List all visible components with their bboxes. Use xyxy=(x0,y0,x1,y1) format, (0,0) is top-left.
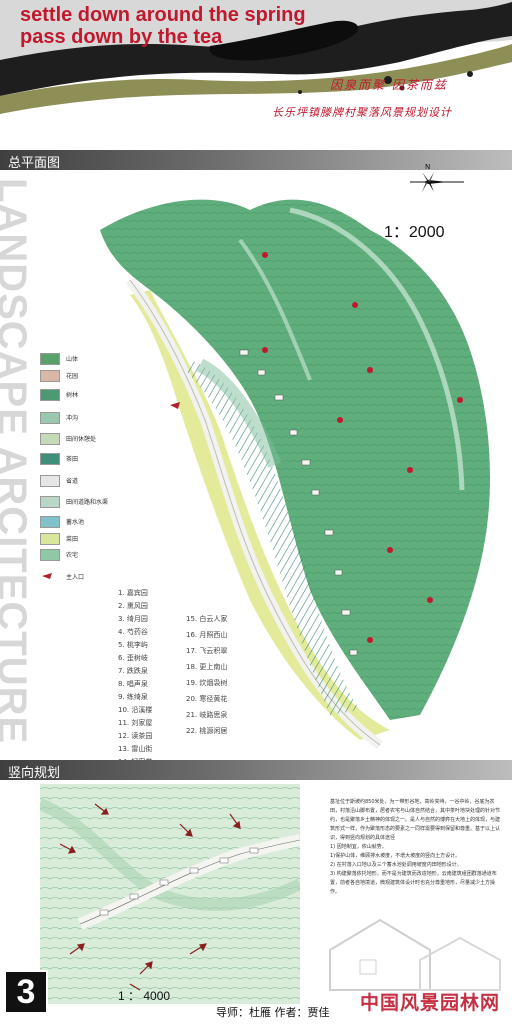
header-banner: settle down around the spring pass down … xyxy=(0,0,512,150)
list-item: 20. 寒径黄花 xyxy=(186,695,228,703)
description-paragraph: 3) 构建聚落依托地形，而不是为建筑而改造地形，云南建筑组团群落通道布置，前者各… xyxy=(330,871,497,895)
list-item: 10. 沿溪楼 xyxy=(118,706,153,714)
description-paragraph: 2) 在村落入口地以及三个蓄水池处调用坡度内田地形设计。 xyxy=(330,862,462,868)
list-item: 5. 桃李屿 xyxy=(118,641,148,649)
vertical-planning-description: 基址位于斯坡约850米处，为一带形谷地，高岭夹峙，一谷中岭，谷底为农田，村落沿山… xyxy=(330,798,502,897)
list-item: 19. 炊烟袅树 xyxy=(186,679,228,687)
entry-arrow-icon xyxy=(40,571,58,581)
description-paragraph: 基址位于斯坡约850米处，为一带形谷地，高岭夹峙，一谷中岭，谷底为农田，村落沿山… xyxy=(330,799,501,841)
legend-swatch xyxy=(40,370,60,382)
list-item: 18. 更上南山 xyxy=(186,663,228,671)
vertical-planning-section-bar: 竖向规划 xyxy=(0,760,512,781)
watermark-logo: 中国风景园林网 xyxy=(360,992,501,1014)
list-item: 13. 雷山街 xyxy=(118,745,153,753)
legend-swatch xyxy=(40,389,60,401)
legend-swatch xyxy=(40,475,60,487)
list-item: 16. 月照西山 xyxy=(186,631,228,639)
list-item: 11. 刘家屋 xyxy=(118,719,153,727)
list-item: 21. 岐路思泉 xyxy=(186,711,228,719)
list-item: 6. 歪树岐 xyxy=(118,654,148,662)
slogan-line-1: settle down around the spring xyxy=(20,4,306,26)
legend-swatch xyxy=(40,516,60,528)
master-plan-map xyxy=(100,199,490,750)
list-item: 8. 唱声泉 xyxy=(118,680,148,688)
legend-swatch xyxy=(40,353,60,365)
legend-swatch xyxy=(40,412,60,424)
list-item: 2. 熏风园 xyxy=(118,602,148,610)
legend-swatch xyxy=(40,433,60,445)
legend-swatch xyxy=(40,496,60,508)
list-item: 4. 芍药谷 xyxy=(118,628,148,636)
legend-swatch xyxy=(40,453,60,465)
list-item: 12. 读茶园 xyxy=(118,732,153,740)
legend-swatch xyxy=(40,533,60,545)
list-item: 15. 白云人家 xyxy=(186,615,228,623)
house-sketch-decoration xyxy=(329,918,501,991)
north-compass-icon xyxy=(410,172,464,192)
compass-north-letter: N xyxy=(425,163,431,171)
master-plan-scale: 1：2000 xyxy=(384,224,445,241)
legend-swatch xyxy=(40,549,60,561)
list-item: 9. 练绮泉 xyxy=(118,693,148,701)
description-paragraph: 1) 因地制宜，依山就势。 xyxy=(330,844,387,850)
page-number: 3 xyxy=(4,970,48,1014)
project-title: 长乐坪镇滕牌村聚落风景规划设计 xyxy=(272,106,452,119)
list-item: 3. 绮月园 xyxy=(118,615,148,623)
list-item: 22. 桃源闲居 xyxy=(186,727,228,735)
list-item: 17. 飞云积翠 xyxy=(186,647,228,655)
master-plan-label: 总平面图 xyxy=(8,156,61,171)
description-paragraph: 1)保护山体，维顾排水坡度，不增大坡度的竖向土方设计。 xyxy=(330,853,461,859)
vertical-planning-label: 竖向规划 xyxy=(8,766,61,781)
credits: 导师：杜雁 作者：贾佳 xyxy=(216,1006,330,1019)
subtitle: 因泉而聚 因茶而兹 xyxy=(330,78,448,92)
vertical-planning-scale: 1 ： 4000 xyxy=(118,989,171,1003)
slogan-line-2: pass down by the tea xyxy=(20,26,223,48)
vertical-planning-map xyxy=(40,784,300,1004)
landscape-architecture-vertical-text: LANDSCAPE ARCITECTURE xyxy=(0,178,34,745)
list-item: 7. 跌跌泉 xyxy=(118,667,148,675)
site-list-col-1: 1. 嘉宾园 2. 熏风园 3. 绮月园 4. 芍药谷 5. 桃李屿 6. 歪树… xyxy=(118,588,152,770)
list-item: 1. 嘉宾园 xyxy=(118,589,148,597)
site-list-col-2: 15. 白云人家 16. 月照西山 17. 飞云积翠 18. 更上南山 19. … xyxy=(186,614,227,742)
